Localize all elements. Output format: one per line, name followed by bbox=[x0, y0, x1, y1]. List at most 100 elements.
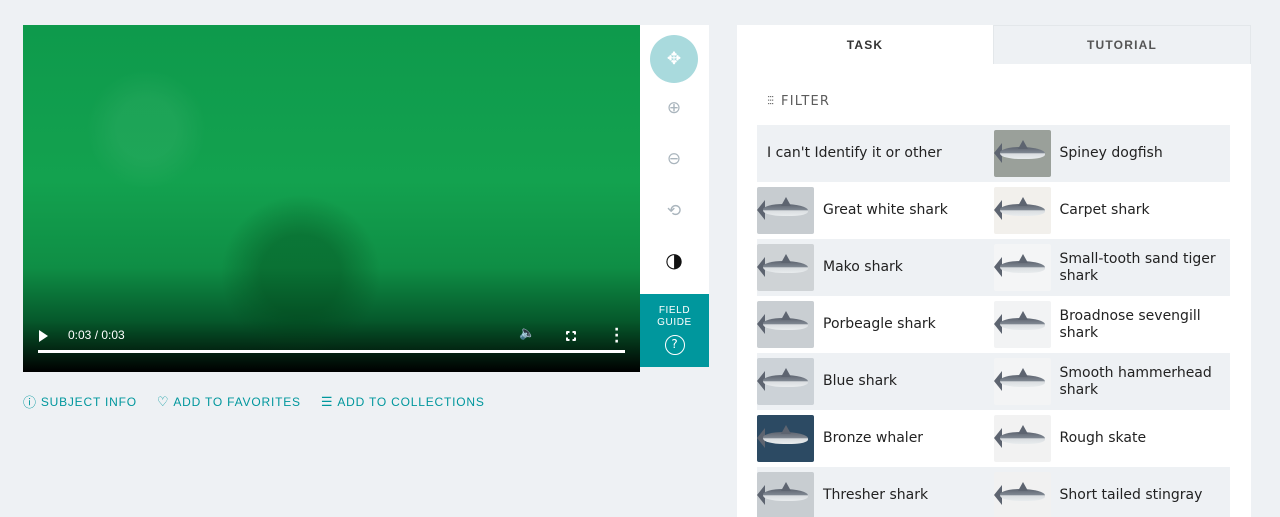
species-thumbnail bbox=[993, 358, 1051, 405]
choice-button[interactable]: Thresher shark bbox=[757, 467, 994, 517]
filter-button[interactable]: ⫶⫶⫶ FILTER bbox=[767, 94, 830, 109]
fullscreen-icon[interactable] bbox=[566, 331, 576, 341]
choice-button[interactable]: Short tailed stingray bbox=[993, 467, 1231, 517]
heart-icon: ♡ bbox=[156, 393, 170, 409]
species-thumbnail bbox=[993, 472, 1051, 517]
choice-row: I can't Identify it or other Spiney dogfi… bbox=[757, 125, 1230, 182]
rotate-button[interactable]: ⟲ bbox=[650, 187, 698, 235]
choice-button[interactable]: Rough skate bbox=[993, 410, 1231, 467]
zoom-in-button[interactable]: ⊕ bbox=[650, 84, 698, 132]
fish-shape bbox=[1017, 482, 1028, 491]
choice-label: I can't Identify it or other bbox=[767, 145, 942, 161]
choice-label: Blue shark bbox=[823, 373, 898, 389]
choice-button[interactable]: Mako shark bbox=[757, 239, 994, 296]
tab-task[interactable]: TASK bbox=[737, 25, 993, 64]
move-icon: ✥ bbox=[666, 49, 682, 69]
fish-shape bbox=[1017, 425, 1028, 434]
info-icon: ⓘ bbox=[23, 395, 37, 410]
video-player[interactable]: 0:03 / 0:03 🔈 · · · bbox=[23, 25, 640, 372]
choice-label: Spiney dogfish bbox=[1059, 145, 1163, 161]
choice-button[interactable]: Bronze whaler bbox=[757, 410, 994, 467]
help-icon: ? bbox=[664, 335, 685, 355]
rotate-icon: ⟲ bbox=[666, 201, 682, 221]
seek-bar[interactable] bbox=[38, 350, 625, 353]
choice-button[interactable]: Small-tooth sand tiger shark bbox=[993, 239, 1231, 296]
add-to-favorites-label: ADD TO FAVORITES bbox=[173, 394, 301, 409]
fish-shape bbox=[1017, 311, 1028, 320]
choice-button[interactable]: Great white shark bbox=[757, 182, 994, 239]
choice-label: Rough skate bbox=[1059, 430, 1147, 446]
invert-button[interactable]: ◑ bbox=[650, 236, 698, 284]
more-options-icon[interactable]: · · · bbox=[614, 323, 619, 349]
zoom-in-icon: ⊕ bbox=[666, 98, 682, 118]
time-display: 0:03 / 0:03 bbox=[68, 328, 125, 342]
choice-label: Short tailed stingray bbox=[1059, 487, 1203, 503]
fish-shape bbox=[1017, 254, 1028, 263]
choice-button[interactable]: Carpet shark bbox=[993, 182, 1231, 239]
choice-row: Blue shark Smooth hammerhead shark bbox=[757, 353, 1230, 410]
choice-grid: I can't Identify it or other Spiney dogfi… bbox=[757, 125, 1230, 517]
field-guide-label: FIELD GUIDE bbox=[657, 305, 692, 328]
choice-label: Small-tooth sand tiger shark bbox=[1059, 250, 1216, 284]
add-to-favorites-link[interactable]: ♡ ADD TO FAVORITES bbox=[157, 392, 301, 411]
fish-shape bbox=[1017, 140, 1028, 149]
choice-row: Bronze whaler Rough skate bbox=[757, 410, 1230, 467]
choice-button[interactable]: Spiney dogfish bbox=[993, 125, 1231, 182]
list-icon: ☰ bbox=[320, 393, 334, 409]
fish-shape bbox=[1017, 368, 1028, 377]
subject-viewer: 0:03 / 0:03 🔈 · · · ✥ ⊕ ⊖ ⟲ ◑ FIELD GUIDE … bbox=[23, 25, 709, 372]
subject-info-label: SUBJECT INFO bbox=[40, 394, 137, 409]
zoom-out-icon: ⊖ bbox=[666, 149, 682, 169]
species-thumbnail bbox=[757, 415, 814, 462]
fish-shape bbox=[1017, 197, 1028, 206]
fish-shape bbox=[781, 197, 791, 206]
zoom-out-button[interactable]: ⊖ bbox=[650, 135, 698, 183]
add-to-collections-link[interactable]: ☰ ADD TO COLLECTIONS bbox=[321, 392, 485, 411]
fish-shape bbox=[781, 425, 791, 434]
task-panel: TASK TUTORIAL ⫶⫶⫶ FILTER I can't Identif… bbox=[737, 25, 1251, 517]
choice-button[interactable]: Porbeagle shark bbox=[757, 296, 994, 353]
fish-shape bbox=[781, 482, 791, 491]
subject-meta-links: ⓘ SUBJECT INFO ♡ ADD TO FAVORITES ☰ ADD … bbox=[23, 392, 505, 411]
sliders-icon: ⫶⫶⫶ bbox=[767, 94, 774, 108]
filter-label: FILTER bbox=[781, 94, 831, 109]
video-controls: 0:03 / 0:03 🔈 · · · bbox=[23, 312, 640, 372]
field-guide-button[interactable]: FIELD GUIDE ? bbox=[640, 294, 709, 367]
choice-label: Bronze whaler bbox=[823, 430, 924, 446]
choice-label: Smooth hammerhead shark bbox=[1059, 364, 1212, 398]
choice-row: Porbeagle shark Broadnose sevengill shark bbox=[757, 296, 1230, 353]
fish-shape bbox=[781, 254, 791, 263]
choice-row: Great white shark Carpet shark bbox=[757, 182, 1230, 239]
add-to-collections-label: ADD TO COLLECTIONS bbox=[337, 394, 485, 409]
choice-button[interactable]: Broadnose sevengill shark bbox=[993, 296, 1231, 353]
invert-icon: ◑ bbox=[665, 248, 683, 272]
species-thumbnail bbox=[993, 187, 1051, 234]
species-thumbnail bbox=[993, 415, 1051, 462]
species-thumbnail bbox=[757, 187, 814, 234]
choice-label: Carpet shark bbox=[1059, 202, 1150, 218]
species-thumbnail bbox=[993, 301, 1051, 348]
task-tabs: TASK TUTORIAL bbox=[737, 25, 1251, 64]
choice-label: Mako shark bbox=[823, 259, 903, 275]
subject-info-link[interactable]: ⓘ SUBJECT INFO bbox=[23, 392, 137, 411]
choice-row: Thresher shark Short tailed stingray bbox=[757, 467, 1230, 517]
seek-progress bbox=[38, 350, 625, 353]
fish-shape bbox=[781, 368, 791, 377]
choice-label: Broadnose sevengill shark bbox=[1059, 307, 1201, 341]
species-thumbnail bbox=[757, 244, 814, 291]
choice-label: Thresher shark bbox=[823, 487, 929, 503]
move-tool-button[interactable]: ✥ bbox=[650, 35, 698, 83]
volume-icon[interactable]: 🔈 bbox=[519, 326, 535, 341]
species-thumbnail bbox=[757, 301, 814, 348]
choice-button[interactable]: Blue shark bbox=[757, 353, 994, 410]
species-thumbnail bbox=[757, 472, 814, 517]
tab-tutorial[interactable]: TUTORIAL bbox=[993, 25, 1251, 64]
choice-label: Porbeagle shark bbox=[823, 316, 936, 332]
choice-button[interactable]: I can't Identify it or other bbox=[757, 125, 994, 182]
fish-shape bbox=[781, 311, 791, 320]
choice-button[interactable]: Smooth hammerhead shark bbox=[993, 353, 1231, 410]
species-thumbnail bbox=[993, 244, 1051, 291]
species-thumbnail bbox=[757, 358, 814, 405]
choice-row: Mako shark Small-tooth sand tiger shark bbox=[757, 239, 1230, 296]
play-button[interactable] bbox=[39, 330, 48, 342]
